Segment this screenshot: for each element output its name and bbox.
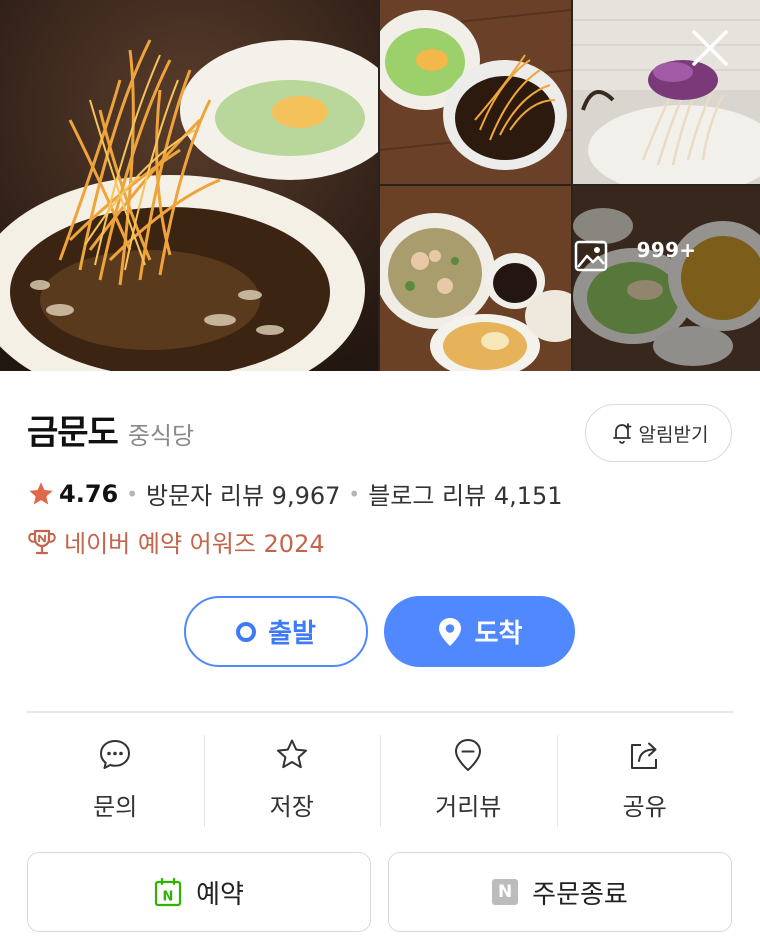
order-button[interactable]: N 주문종료 xyxy=(388,852,732,932)
stats-row: 4.76 • 방문자 리뷰 9,967 • 블로그 리뷰 4,151 xyxy=(27,476,563,511)
inquiry-button[interactable]: 문의 xyxy=(27,735,204,829)
photo-thumbnail[interactable] xyxy=(380,186,571,371)
separator-dot: • xyxy=(126,481,139,506)
naver-order-badge-icon: N xyxy=(492,879,519,905)
place-name: 금문도 xyxy=(27,413,119,453)
reserve-badge-letter: N xyxy=(163,890,174,905)
arrive-label: 도착 xyxy=(474,619,523,649)
share-label: 공유 xyxy=(622,793,667,821)
street-view-label: 거리뷰 xyxy=(435,793,502,821)
main-photo[interactable] xyxy=(0,0,378,371)
award-text: 네이버 예약 어워즈 2024 xyxy=(64,530,325,558)
photo-thumbnail[interactable] xyxy=(380,0,571,184)
location-pin-icon xyxy=(438,617,461,646)
chat-bubble-icon xyxy=(100,740,131,769)
reserve-label: 예약 xyxy=(196,879,244,910)
trophy-icon xyxy=(28,529,56,554)
more-photos: 999+ xyxy=(573,238,760,272)
star-outline-icon xyxy=(276,739,307,769)
naver-booking-calendar-icon: N xyxy=(154,877,182,907)
alert-button[interactable]: 알림받기 xyxy=(585,404,732,462)
award-row[interactable]: 네이버 예약 어워즈 2024 xyxy=(27,524,325,559)
photo-thumbnail[interactable] xyxy=(573,0,760,184)
place-category: 중식당 xyxy=(127,422,195,450)
arrive-button[interactable]: 도착 xyxy=(384,596,575,667)
save-button[interactable]: 저장 xyxy=(203,735,381,829)
photo-dim-overlay xyxy=(573,186,760,371)
share-button[interactable]: 공유 xyxy=(556,735,734,829)
close-button[interactable] xyxy=(690,28,730,68)
alert-button-label: 알림받기 xyxy=(638,423,709,446)
share-icon xyxy=(630,742,657,769)
depart-label: 출발 xyxy=(268,619,316,649)
inquiry-label: 문의 xyxy=(93,793,138,821)
street-view-pin-icon xyxy=(455,739,482,771)
close-icon xyxy=(692,30,728,66)
origin-dot-icon xyxy=(236,621,257,642)
order-label: 주문종료 xyxy=(532,879,628,910)
bell-plus-icon xyxy=(612,423,631,444)
image-icon xyxy=(574,240,608,272)
depart-button[interactable]: 출발 xyxy=(184,596,368,667)
separator-dot: • xyxy=(348,481,361,506)
star-rating-icon xyxy=(29,481,53,504)
reserve-button[interactable]: N 예약 xyxy=(27,852,371,932)
rating-value: 4.76 xyxy=(59,479,119,508)
street-view-button[interactable]: 거리뷰 xyxy=(380,735,557,829)
title-row: 금문도 중식당 xyxy=(27,405,194,454)
photo-gallery: 999+ xyxy=(0,0,760,371)
divider xyxy=(27,711,733,713)
visitor-reviews-link[interactable]: 방문자 리뷰 9,967 xyxy=(146,476,340,511)
blog-reviews-link[interactable]: 블로그 리뷰 4,151 xyxy=(368,476,562,511)
save-label: 저장 xyxy=(269,793,314,821)
action-bar: 문의 저장 거리뷰 공유 xyxy=(27,735,733,829)
photo-thumbnail-more[interactable]: 999+ xyxy=(573,186,760,371)
